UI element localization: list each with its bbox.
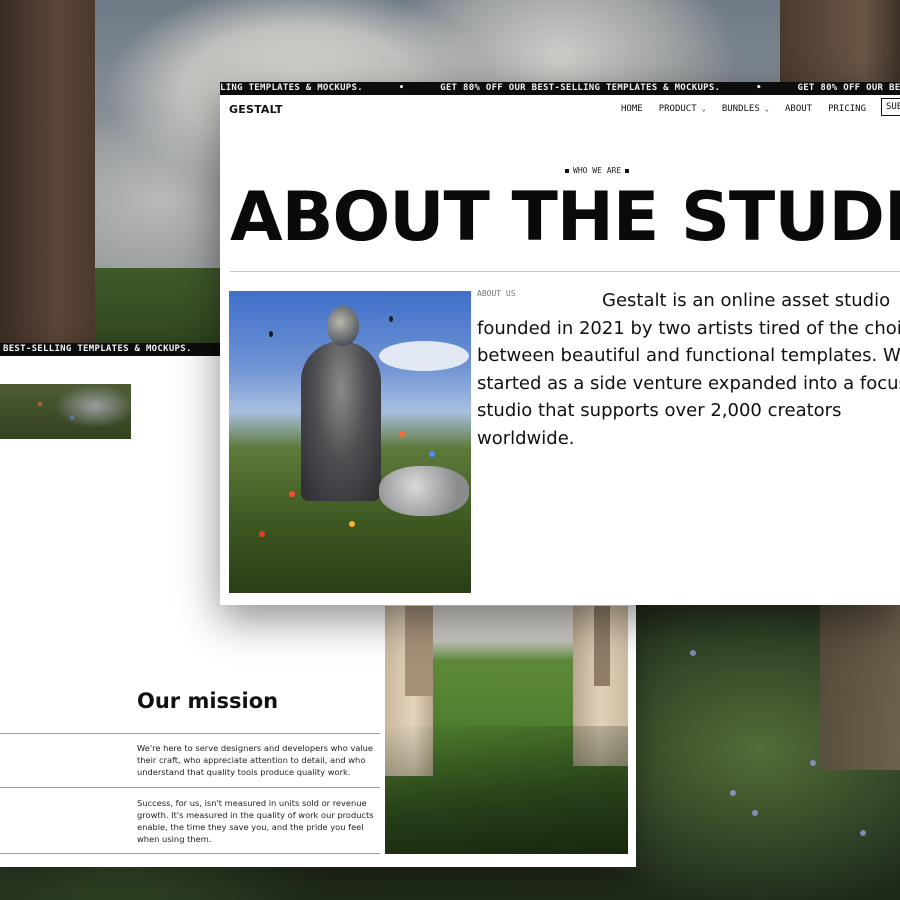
square-bullet-icon <box>625 168 630 173</box>
photo-flower <box>289 491 295 497</box>
section-eyebrow: WHO WE ARE <box>561 166 633 175</box>
chevron-down-icon: ⌄ <box>764 105 769 113</box>
mission-thumbnail-image <box>0 384 131 439</box>
mission-paragraph: Success, for us, isn't measured in units… <box>137 798 374 844</box>
background-flower <box>690 650 696 656</box>
photo-figure-head <box>327 306 359 346</box>
about-page-card: LING TEMPLATES & MOCKUPS. • GET 80% OFF … <box>220 82 900 605</box>
brand-logo[interactable]: GESTALT <box>229 103 283 116</box>
divider <box>230 271 900 272</box>
nav-link-about[interactable]: ABOUT <box>785 104 812 114</box>
about-photo <box>229 291 471 593</box>
promo-ticker-text: GET 80% OFF OUR BEST-SELLING TEMPLATES &… <box>440 83 721 93</box>
nav-link-pricing[interactable]: PRICING <box>828 104 866 114</box>
eyebrow-label: WHO WE ARE <box>573 166 622 175</box>
photo-rock <box>379 466 469 516</box>
nav-link-bundles[interactable]: BUNDLES ⌄ <box>722 104 769 114</box>
photo-figure <box>301 341 381 501</box>
background-flower <box>752 810 758 816</box>
nav-link-home[interactable]: HOME <box>621 104 643 114</box>
promo-ticker-bar[interactable]: LING TEMPLATES & MOCKUPS. • GET 80% OFF … <box>220 82 900 95</box>
background-flower <box>810 760 816 766</box>
nav-link-label: PRODUCT <box>658 104 697 114</box>
mission-title: Our mission <box>137 689 279 713</box>
mission-paragraph: We're here to serve designers and develo… <box>137 743 374 777</box>
photo-flower <box>399 431 405 437</box>
promo-ticker-bar[interactable]: BEST-SELLING TEMPLATES & MOCKUPS. • <box>0 343 225 356</box>
divider <box>0 733 380 734</box>
promo-ticker-text: BEST-SELLING TEMPLATES & MOCKUPS. <box>3 344 192 354</box>
photo-wall-left-shade <box>405 606 433 696</box>
promo-ticker-text: LING TEMPLATES & MOCKUPS. <box>220 83 363 93</box>
divider <box>0 787 380 788</box>
photo-butterfly <box>269 331 273 337</box>
photo-wall-right-shade <box>594 606 610 686</box>
photo-cloud <box>379 341 469 371</box>
background-wall <box>820 600 900 770</box>
ticker-separator: • <box>756 83 762 93</box>
square-bullet-icon <box>565 168 569 173</box>
nav-link-label: BUNDLES <box>721 104 760 114</box>
photo-flower <box>429 451 435 457</box>
nav-link-label: ABOUT <box>785 104 813 114</box>
photo-butterfly <box>389 316 393 322</box>
subscribe-button[interactable]: SUB <box>881 98 900 116</box>
main-navigation: GESTALT HOME PRODUCT ⌄ BUNDLES ⌄ ABOUT P… <box>220 95 900 123</box>
nav-link-label: PRICING <box>828 104 867 114</box>
about-description: Gestalt is an online asset studio founde… <box>477 290 900 449</box>
nav-links: HOME PRODUCT ⌄ BUNDLES ⌄ ABOUT PRICING <box>621 104 882 114</box>
photo-shadow <box>385 726 628 854</box>
chevron-down-icon: ⌄ <box>701 105 706 113</box>
mission-photo <box>385 606 628 854</box>
photo-flower <box>259 531 265 537</box>
ticker-separator: • <box>398 83 405 93</box>
background-pillar-left <box>0 0 95 345</box>
background-flower <box>730 790 736 796</box>
nav-link-product[interactable]: PRODUCT ⌄ <box>659 104 706 114</box>
nav-link-label: HOME <box>621 104 643 114</box>
page-title: ABOUT THE STUDIO <box>230 178 900 257</box>
divider <box>0 853 380 854</box>
promo-ticker-text: GET 80% OFF OUR BEST-SELLI <box>797 83 900 93</box>
background-pillar-right <box>780 0 900 90</box>
background-flower <box>860 830 866 836</box>
photo-flower <box>349 521 355 527</box>
